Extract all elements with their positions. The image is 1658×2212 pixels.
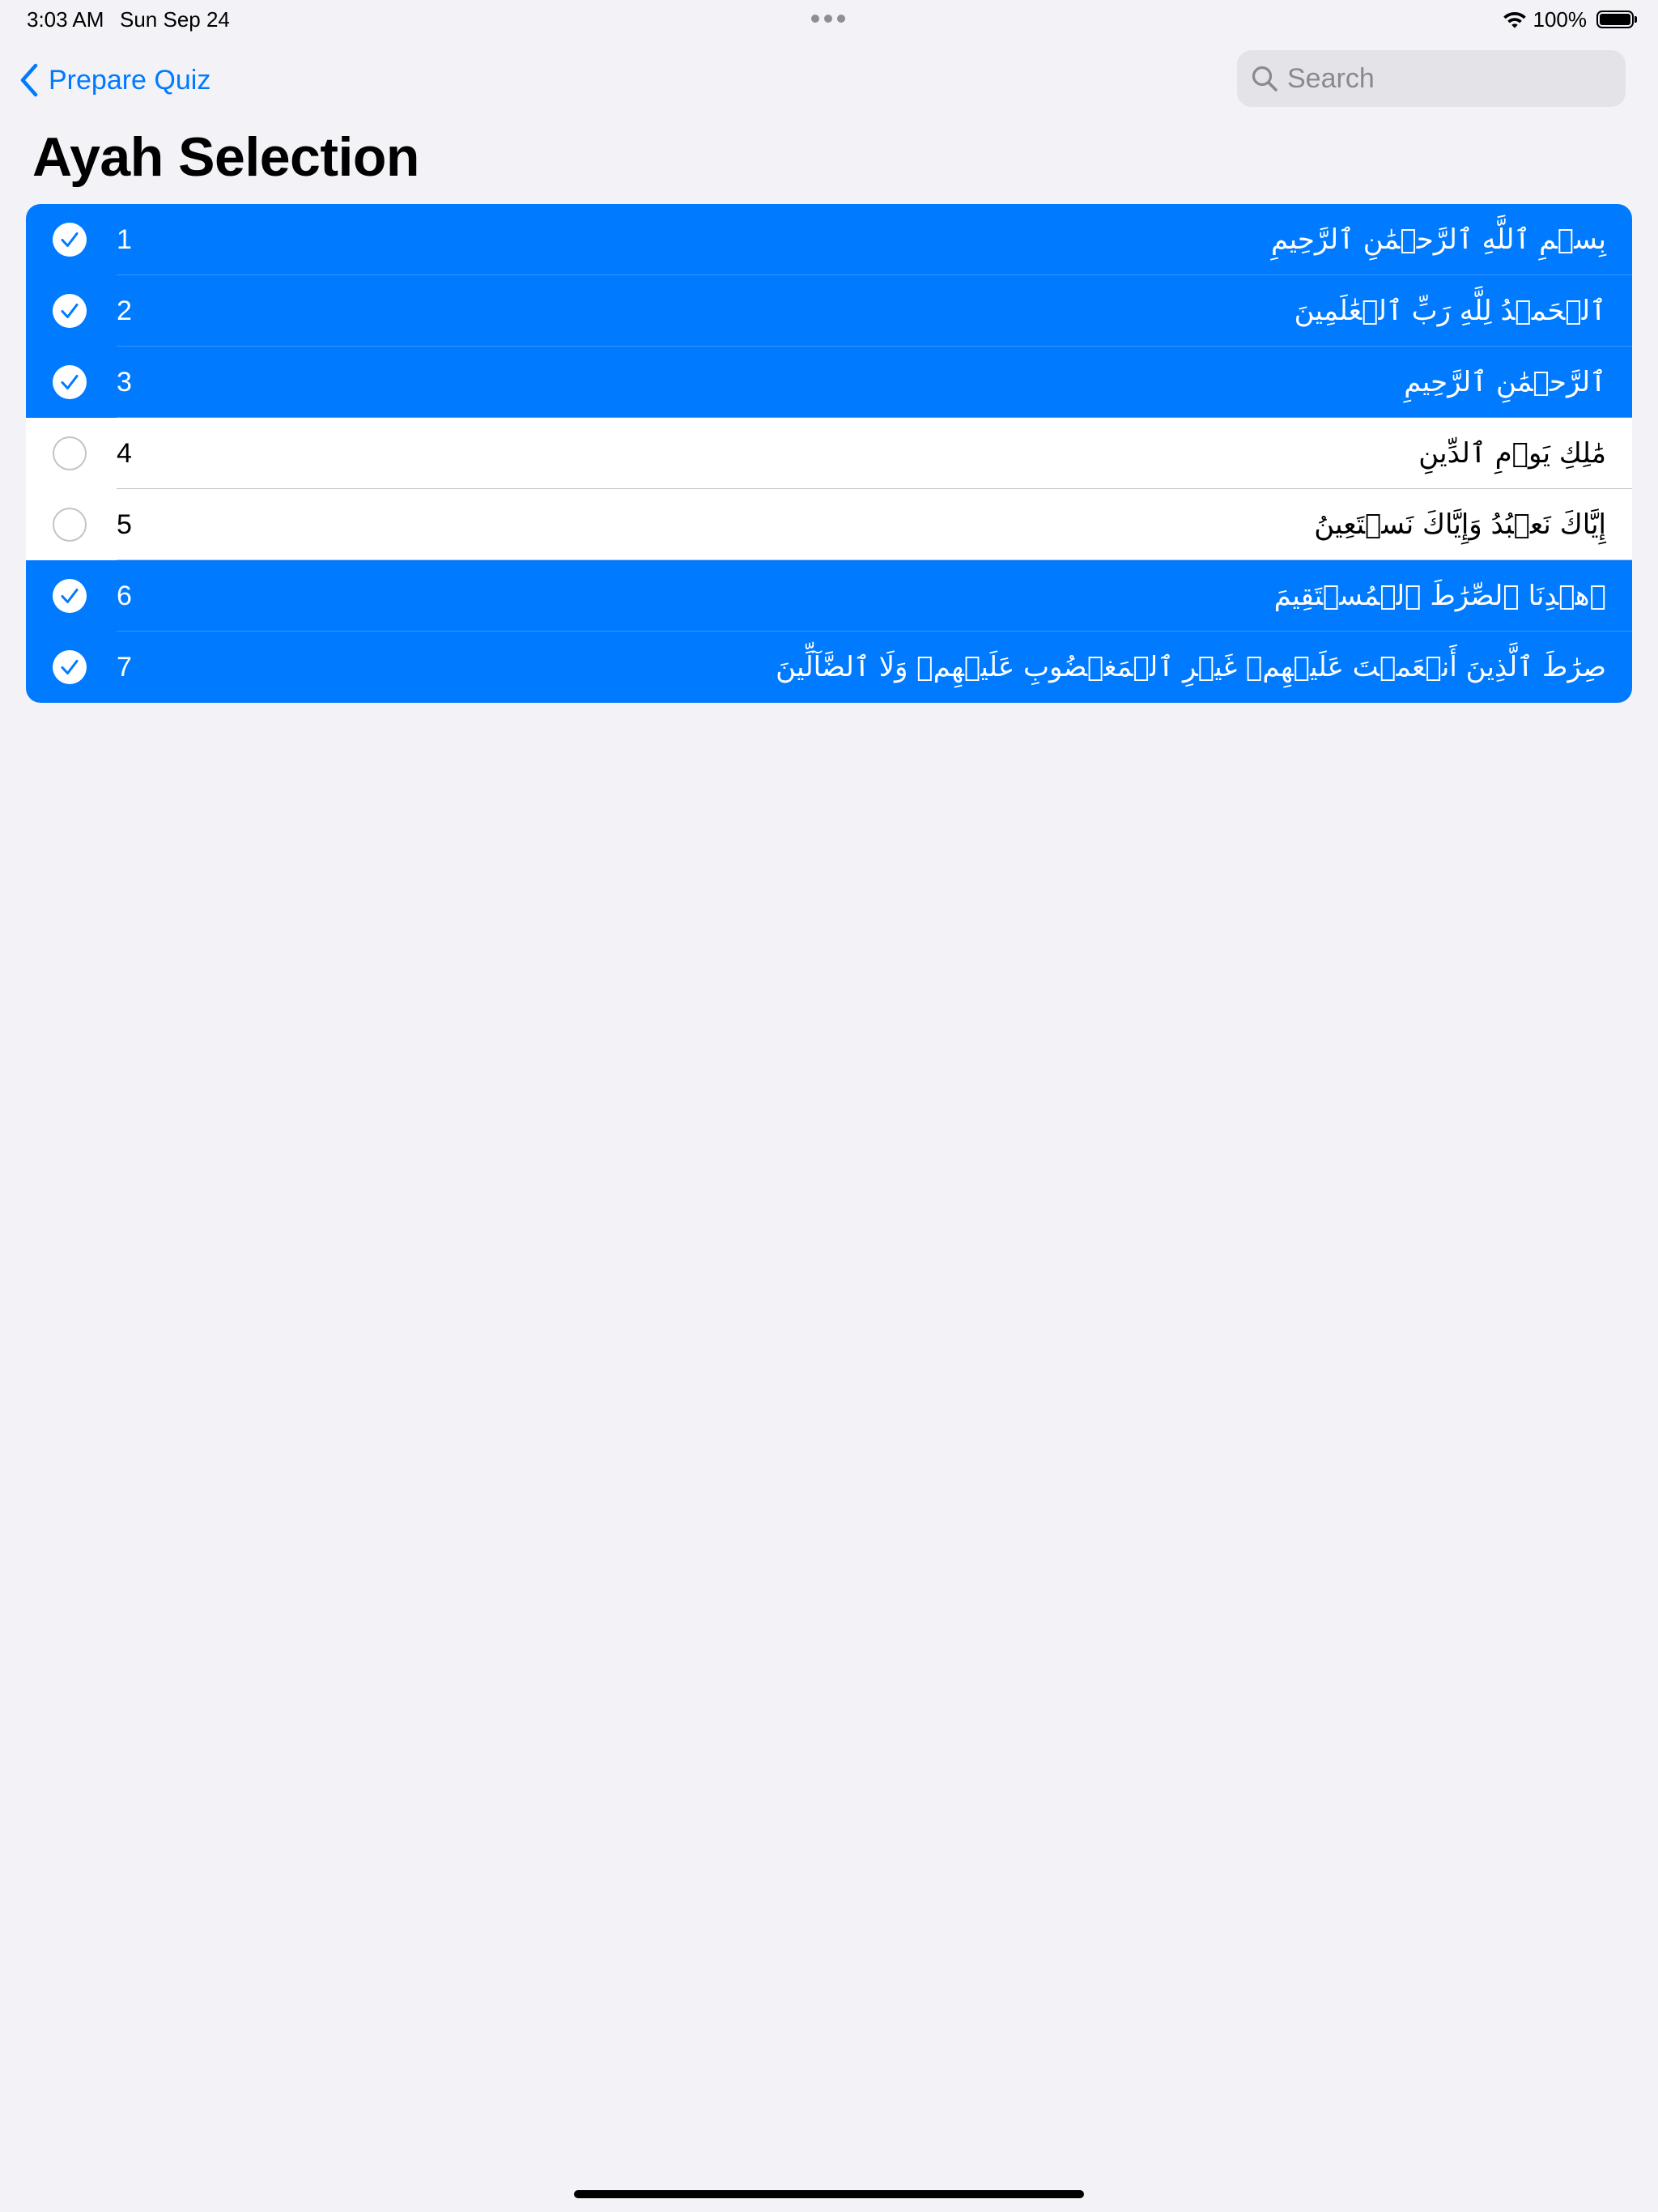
search-field[interactable] (1237, 50, 1626, 107)
ayah-list: 1 بِسۡمِ ٱللَّهِ ٱلرَّحۡمَٰنِ ٱلرَّحِيمِ… (26, 204, 1632, 703)
battery-percentage: 100% (1533, 7, 1588, 32)
ayah-row[interactable]: 7 صِرَٰطَ ٱلَّذِينَ أَنۡعَمۡتَ عَلَيۡهِم… (26, 632, 1632, 703)
status-time: 3:03 AM (27, 7, 104, 32)
multitask-dots-icon[interactable] (811, 15, 845, 23)
ayah-text: بِسۡمِ ٱللَّهِ ٱلرَّحۡمَٰنِ ٱلرَّحِيمِ (1271, 223, 1606, 256)
magnifying-glass-icon (1252, 66, 1278, 91)
chevron-left-icon (20, 63, 38, 97)
dot (824, 15, 832, 23)
ayah-text: ٱهۡدِنَا ٱلصِّرَٰطَ ٱلۡمُسۡتَقِيمَ (1273, 580, 1606, 612)
selection-circle-icon[interactable] (53, 579, 87, 613)
ayah-row[interactable]: 1 بِسۡمِ ٱللَّهِ ٱلرَّحۡمَٰنِ ٱلرَّحِيمِ (26, 204, 1632, 275)
ayah-number: 7 (117, 652, 132, 683)
dot (837, 15, 845, 23)
search-input[interactable] (1287, 62, 1611, 95)
dot (811, 15, 819, 23)
ayah-text: صِرَٰطَ ٱلَّذِينَ أَنۡعَمۡتَ عَلَيۡهِمۡ … (776, 651, 1606, 683)
selection-circle-icon[interactable] (53, 650, 87, 684)
ayah-number: 4 (117, 438, 132, 469)
selection-circle-icon[interactable] (53, 508, 87, 542)
ayah-number: 5 (117, 509, 132, 540)
page-title: Ayah Selection (32, 126, 419, 188)
ayah-text: ٱلۡحَمۡدُ لِلَّهِ رَبِّ ٱلۡعَٰلَمِينَ (1294, 295, 1606, 327)
checkmark-icon (61, 304, 79, 318)
checkmark-icon (61, 589, 79, 603)
home-indicator[interactable] (574, 2190, 1084, 2198)
ayah-row[interactable]: 5 إِيَّاكَ نَعۡبُدُ وَإِيَّاكَ نَسۡتَعِي… (26, 489, 1632, 560)
selection-circle-icon[interactable] (53, 294, 87, 328)
wifi-icon (1503, 12, 1526, 28)
status-indicators: 100% (1503, 6, 1637, 32)
ayah-text: ٱلرَّحۡمَٰنِ ٱلرَّحِيمِ (1404, 366, 1606, 398)
battery-icon (1596, 11, 1637, 28)
ayah-number: 1 (117, 224, 132, 255)
ayah-text: إِيَّاكَ نَعۡبُدُ وَإِيَّاكَ نَسۡتَعِينُ (1314, 508, 1606, 541)
ayah-number: 3 (117, 367, 132, 398)
ayah-row[interactable]: 4 مَٰلِكِ يَوۡمِ ٱلدِّينِ (26, 418, 1632, 489)
checkmark-icon (61, 660, 79, 674)
selection-circle-icon[interactable] (53, 223, 87, 257)
ayah-row[interactable]: 6 ٱهۡدِنَا ٱلصِّرَٰطَ ٱلۡمُسۡتَقِيمَ (26, 560, 1632, 632)
ayah-number: 6 (117, 581, 132, 611)
back-button-label: Prepare Quiz (49, 64, 211, 96)
status-bar: 3:03 AM Sun Sep 24 100% (0, 0, 1658, 39)
back-button[interactable]: Prepare Quiz (19, 60, 210, 100)
status-date: Sun Sep 24 (120, 7, 230, 32)
ayah-number: 2 (117, 296, 132, 326)
ayah-text: مَٰلِكِ يَوۡمِ ٱلدِّينِ (1418, 437, 1606, 470)
ayah-row[interactable]: 3 ٱلرَّحۡمَٰنِ ٱلرَّحِيمِ (26, 347, 1632, 418)
checkmark-icon (61, 375, 79, 389)
selection-circle-icon[interactable] (53, 436, 87, 470)
checkmark-icon (61, 232, 79, 247)
ayah-row[interactable]: 2 ٱلۡحَمۡدُ لِلَّهِ رَبِّ ٱلۡعَٰلَمِينَ (26, 275, 1632, 347)
selection-circle-icon[interactable] (53, 365, 87, 399)
